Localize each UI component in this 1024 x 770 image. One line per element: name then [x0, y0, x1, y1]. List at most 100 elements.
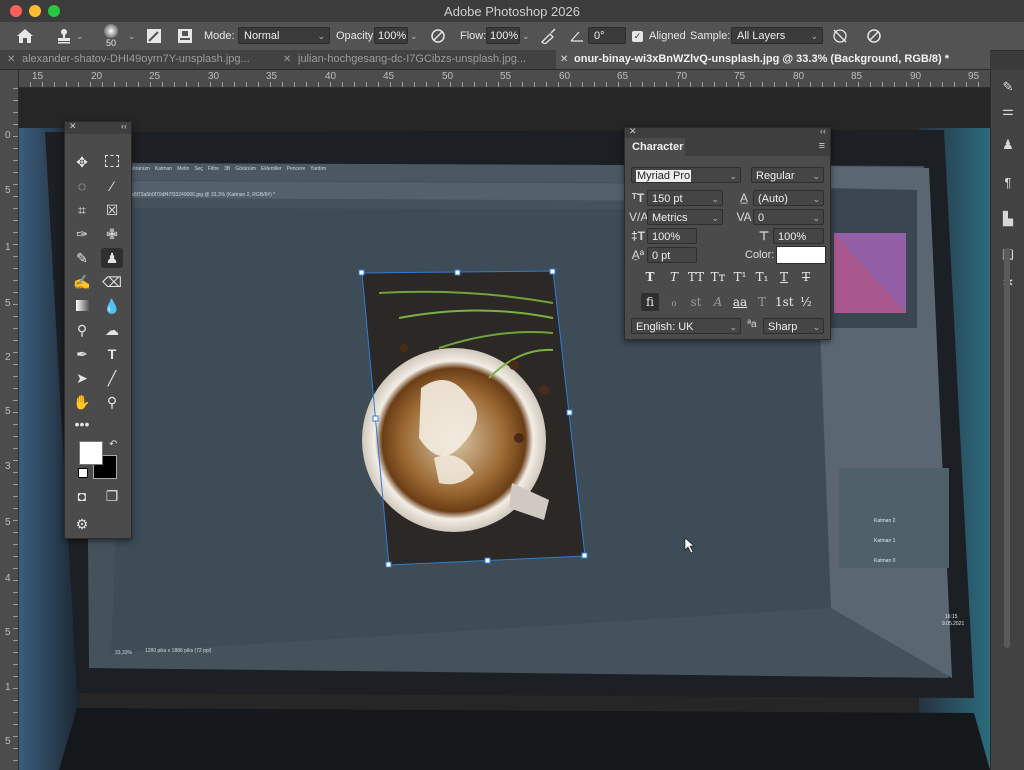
default-colors-icon[interactable]: [78, 468, 88, 478]
quick-mask-icon[interactable]: ◘: [71, 486, 93, 506]
dodge-tool-icon[interactable]: ⚲: [71, 320, 93, 340]
close-icon[interactable]: ✕: [69, 121, 77, 132]
clone-stamp-tool-preset-icon[interactable]: ⌄: [56, 22, 84, 50]
foreground-color-swatch[interactable]: [79, 441, 103, 465]
clone-source-icon[interactable]: [177, 22, 193, 50]
brush-settings-icon[interactable]: [146, 22, 162, 50]
home-icon[interactable]: [16, 22, 34, 50]
canvas-area[interactable]: e5f73a5b0f70df47f33249066.jpg @ 33,3% (K…: [19, 88, 990, 770]
spot-healing-tool-icon[interactable]: ✙: [101, 224, 123, 244]
vertical-scale-field[interactable]: 100%: [647, 228, 697, 244]
ruler-ticks: [13, 88, 18, 770]
brush-settings-panel-icon[interactable]: ✎: [998, 78, 1018, 96]
discretionary-ligatures-button[interactable]: st: [687, 293, 705, 311]
move-tool-icon[interactable]: ✥: [71, 152, 93, 172]
aligned-checkbox[interactable]: ✓ Aligned: [632, 22, 686, 50]
panel-menu-icon[interactable]: ≡: [819, 140, 825, 152]
screen-mode-icon[interactable]: ❐: [101, 486, 123, 506]
angle-field[interactable]: 0°: [588, 27, 626, 44]
mode-dropdown[interactable]: Normal ⌄: [238, 27, 330, 44]
chevron-down-icon[interactable]: ⌄: [410, 22, 418, 50]
small-caps-button[interactable]: Tт: [709, 268, 727, 286]
history-brush-tool-icon[interactable]: ✍: [71, 272, 93, 292]
horizontal-scale-field[interactable]: 100%: [773, 228, 824, 244]
stylistic-alternates-button[interactable]: aa: [731, 293, 749, 311]
font-family-dropdown[interactable]: Myriad Pro ⌄: [631, 167, 741, 183]
tab-document-3[interactable]: ✕ onur-binay-wi3xBnWZlvQ-unsplash.jpg @ …: [556, 50, 990, 69]
chevron-down-icon[interactable]: ⌄: [128, 22, 136, 50]
opacity-field[interactable]: 100%: [374, 27, 408, 44]
close-tab-icon[interactable]: ✕: [7, 50, 15, 69]
font-size-field[interactable]: 150 pt ⌄: [647, 190, 723, 206]
close-tab-icon[interactable]: ✕: [560, 50, 568, 69]
underline-button[interactable]: T: [775, 268, 793, 286]
kerning-dropdown[interactable]: Metrics ⌄: [647, 209, 723, 225]
close-icon[interactable]: ✕: [629, 126, 637, 137]
clone-source-panel-icon[interactable]: ♟: [998, 136, 1018, 154]
close-tab-icon[interactable]: ✕: [283, 50, 291, 69]
panel-header-bar[interactable]: ✕ ‹‹: [625, 126, 830, 138]
tab-document-2[interactable]: julian-hochgesang-dc-I7GCibzs-unsplash.j…: [298, 50, 548, 69]
lasso-tool-icon[interactable]: ◌: [71, 176, 93, 196]
ruler-label: 4: [5, 573, 11, 584]
strikethrough-button[interactable]: T: [797, 268, 815, 286]
ordinals-button[interactable]: 1st: [775, 293, 794, 311]
pressure-opacity-icon[interactable]: [430, 22, 446, 50]
marquee-tool-icon[interactable]: [101, 152, 123, 172]
titling-alternates-button[interactable]: T: [753, 293, 771, 311]
crop-tool-icon[interactable]: ⌗: [71, 200, 93, 220]
line-tool-icon[interactable]: ╱: [101, 368, 123, 388]
dock-scrollbar[interactable]: [1004, 248, 1010, 648]
more-tools-icon[interactable]: •••: [71, 414, 93, 434]
pressure-size-icon[interactable]: [866, 22, 882, 50]
leading-field[interactable]: (Auto) ⌄: [753, 190, 824, 206]
paragraph-panel-icon[interactable]: ¶: [998, 174, 1018, 192]
all-caps-button[interactable]: TT: [687, 268, 705, 286]
swash-button[interactable]: A: [709, 293, 727, 311]
screen-tab-label: e5f73a5b0f70df47f33249066.jpg @ 33,3% (K…: [131, 192, 276, 198]
path-selection-tool-icon[interactable]: ➤: [71, 368, 93, 388]
collapse-icon[interactable]: ‹‹: [820, 126, 826, 136]
toolbox-header[interactable]: ✕ ‹‹: [65, 121, 131, 134]
vertical-scale-icon: ‡T: [630, 229, 645, 243]
subscript-button[interactable]: T₁: [753, 268, 771, 286]
blur-tool-icon[interactable]: 💧: [101, 296, 123, 316]
airbrush-icon[interactable]: [540, 22, 558, 50]
chevron-down-icon[interactable]: ⌄: [522, 22, 530, 50]
type-tool-icon[interactable]: T: [101, 344, 123, 364]
eraser-tool-icon[interactable]: ⌫: [101, 272, 123, 292]
edit-toolbar-icon[interactable]: ⚙: [71, 514, 93, 534]
tracking-field[interactable]: 0 ⌄: [753, 209, 824, 225]
flow-field[interactable]: 100%: [486, 27, 520, 44]
superscript-button[interactable]: T¹: [731, 268, 749, 286]
baseline-shift-field[interactable]: 0 pt: [647, 247, 697, 263]
brush-tool-icon[interactable]: ✎: [71, 248, 93, 268]
sample-dropdown[interactable]: All Layers ⌄: [731, 27, 823, 44]
sponge-tool-icon[interactable]: ☁: [101, 320, 123, 340]
fractions-button[interactable]: ½: [797, 293, 815, 311]
font-style-dropdown[interactable]: Regular ⌄: [751, 167, 824, 183]
hand-tool-icon[interactable]: ✋: [71, 392, 93, 412]
antialias-dropdown[interactable]: Sharp ⌄: [763, 318, 824, 334]
language-dropdown[interactable]: English: UK ⌄: [631, 318, 741, 334]
swap-colors-icon[interactable]: ↶: [109, 439, 117, 450]
frame-tool-icon[interactable]: ☒: [101, 200, 123, 220]
magic-wand-tool-icon[interactable]: ⁄: [101, 176, 123, 196]
clone-stamp-tool-icon[interactable]: ♟: [101, 248, 123, 268]
zoom-tool-icon[interactable]: ⚲: [101, 392, 123, 412]
eyedropper-tool-icon[interactable]: ✑: [71, 224, 93, 244]
faux-bold-button[interactable]: T: [641, 268, 659, 286]
gradient-tool-icon[interactable]: [71, 296, 93, 316]
character-tab[interactable]: Character: [625, 138, 685, 156]
ignore-adjustment-layers-icon[interactable]: [832, 22, 848, 50]
contextual-alternates-button[interactable]: ℴ: [665, 293, 683, 311]
text-color-swatch[interactable]: [776, 246, 826, 264]
tab-document-1[interactable]: alexander-shatov-DHI49oyrn7Y-unsplash.jp…: [22, 50, 280, 69]
adjustments-panel-icon[interactable]: ⚌: [998, 102, 1018, 120]
ligatures-button[interactable]: fi: [641, 293, 659, 311]
collapse-icon[interactable]: ‹‹: [121, 121, 127, 131]
faux-italic-button[interactable]: T: [665, 268, 683, 286]
stamp-panel-icon[interactable]: ▙: [998, 210, 1018, 228]
pen-tool-icon[interactable]: ✒: [71, 344, 93, 364]
brush-preset-picker[interactable]: 50: [104, 22, 118, 50]
